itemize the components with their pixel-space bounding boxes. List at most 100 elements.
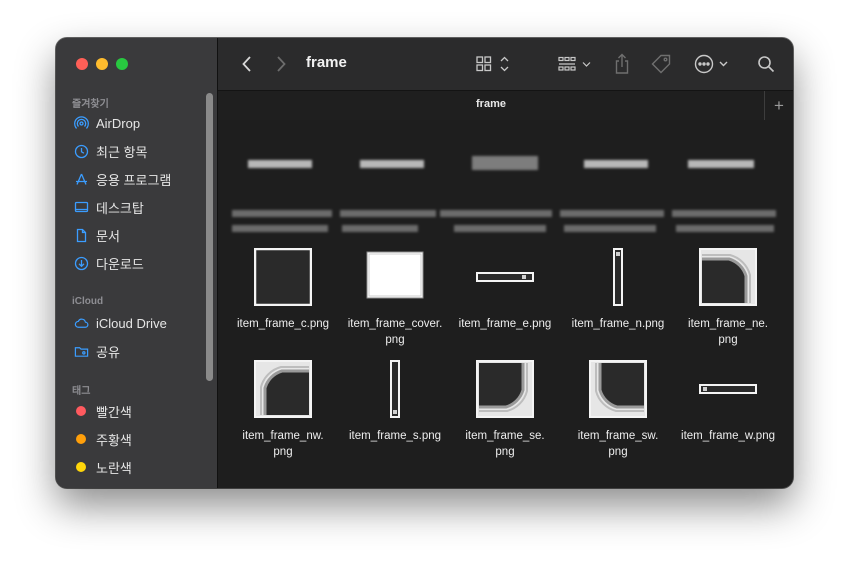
search-icon (758, 56, 775, 73)
sidebar-item-documents[interactable]: 문서 (74, 224, 120, 246)
sidebar-item-tag-red[interactable]: 빨간색 (74, 400, 132, 422)
blurred-file-thumbnail[interactable] (248, 160, 312, 168)
toolbar: frame (218, 38, 793, 90)
file-name: item_frame_n.png (571, 318, 665, 330)
file-item[interactable]: item_frame_nw. png (228, 360, 338, 460)
action-menu-button[interactable] (692, 52, 732, 76)
tag-color-dot (76, 406, 86, 416)
file-thumbnail (450, 272, 560, 282)
back-button[interactable] (236, 52, 258, 76)
icloud-header: iCloud (72, 296, 104, 307)
clock-icon (74, 144, 89, 159)
file-item[interactable]: item_frame_se. png (450, 360, 560, 460)
forward-button[interactable] (270, 52, 292, 76)
file-item[interactable]: item_frame_s.png (340, 360, 450, 460)
file-thumbnail (563, 248, 673, 306)
tag-color-dot (76, 462, 86, 472)
blurred-file-name (672, 210, 776, 217)
file-name: item_frame_sw. png (577, 430, 659, 458)
sidebar-item-recents[interactable]: 최근 항목 (74, 140, 147, 162)
zoom-button[interactable] (116, 58, 128, 70)
blurred-file-name (342, 225, 418, 232)
file-item[interactable]: item_frame_sw. png (563, 360, 673, 460)
file-name: item_frame_nw. png (242, 430, 324, 458)
file-thumbnail (228, 360, 338, 418)
blurred-file-name (560, 210, 664, 217)
blurred-file-name (676, 225, 774, 232)
more-options-icon (694, 54, 728, 74)
blurred-file-thumbnail[interactable] (688, 160, 754, 168)
sidebar-item-applications[interactable]: 응용 프로그램 (74, 168, 171, 190)
blurred-file-thumbnail[interactable] (584, 160, 648, 168)
search-button[interactable] (754, 52, 778, 76)
file-name: item_frame_e.png (458, 318, 552, 330)
share-button[interactable] (610, 52, 634, 76)
sidebar-item-downloads[interactable]: 다운로드 (74, 252, 144, 274)
file-item[interactable]: item_frame_c.png (228, 248, 338, 348)
applications-icon (74, 172, 89, 187)
blurred-file-name (564, 225, 656, 232)
blurred-file-name (340, 210, 436, 217)
file-item[interactable]: item_frame_ne. png (673, 248, 783, 348)
blurred-file-thumbnail[interactable] (360, 160, 424, 168)
window-title: frame (306, 54, 347, 71)
tags-header: 태그 (72, 386, 91, 397)
sidebar-item-label: 데스크탑 (96, 200, 144, 216)
file-name: item_frame_c.png (236, 318, 330, 330)
sidebar-item-tag-yellow[interactable]: 노란색 (74, 456, 132, 478)
chevron-left-icon (242, 56, 251, 72)
sidebar-item-label: iCloud Drive (96, 315, 167, 331)
file-grid: item_frame_c.png item_frame_cover. png it… (218, 120, 793, 488)
file-name: item_frame_ne. png (688, 318, 768, 346)
file-item[interactable]: item_frame_n.png (563, 248, 673, 348)
tag-color-dot (76, 434, 86, 444)
sidebar-item-label: 빨간색 (96, 404, 132, 420)
new-tab-button[interactable]: + (764, 91, 793, 120)
file-item[interactable]: item_frame_cover. png (340, 248, 450, 348)
sidebar-item-label: AirDrop (96, 115, 141, 131)
sidebar-item-airdrop[interactable]: AirDrop (74, 112, 140, 134)
sidebar: 즐겨찾기 AirDrop 최근 항목 응용 프로그램 데스크탑 문서 다운로드 … (56, 38, 218, 488)
tag-button[interactable] (648, 52, 674, 76)
sidebar-item-shared[interactable]: 공유 (74, 340, 120, 362)
close-button[interactable] (76, 58, 88, 70)
file-name: item_frame_s.png (348, 430, 442, 442)
share-icon (615, 53, 629, 74)
file-item[interactable]: item_frame_w.png (673, 360, 783, 460)
file-thumbnail (340, 360, 450, 418)
cloud-icon (74, 316, 89, 331)
sidebar-item-label: 다운로드 (96, 256, 144, 272)
group-by-icon (558, 56, 591, 71)
sidebar-scrollbar[interactable] (206, 93, 213, 381)
tab-bar: frame + (218, 90, 793, 121)
file-name: item_frame_w.png (681, 430, 775, 442)
finder-window: 즐겨찾기 AirDrop 최근 항목 응용 프로그램 데스크탑 문서 다운로드 … (56, 38, 793, 488)
group-button[interactable] (556, 52, 596, 76)
shared-folder-icon (74, 344, 89, 359)
file-thumbnail (673, 384, 783, 394)
file-item[interactable]: item_frame_e.png (450, 248, 560, 348)
icon-grid-view-icon (476, 56, 509, 72)
view-mode-button[interactable] (474, 52, 514, 76)
blurred-file-name (232, 210, 332, 217)
file-name: item_frame_cover. png (347, 318, 443, 346)
blurred-file-name (440, 210, 552, 217)
blurred-file-thumbnail[interactable] (472, 156, 538, 170)
desktop-icon (74, 200, 89, 215)
file-thumbnail (228, 248, 338, 306)
file-thumbnail (673, 248, 783, 306)
blurred-file-name (232, 225, 328, 232)
sidebar-item-label: 응용 프로그램 (96, 172, 172, 188)
sidebar-item-icloud-drive[interactable]: iCloud Drive (74, 312, 167, 334)
file-thumbnail (340, 251, 450, 299)
sidebar-item-desktop[interactable]: 데스크탑 (74, 196, 144, 218)
tag-icon (651, 54, 671, 74)
minimize-button[interactable] (96, 58, 108, 70)
blurred-file-name (454, 225, 546, 232)
sidebar-item-tag-orange[interactable]: 주황색 (74, 428, 132, 450)
sidebar-item-label: 문서 (96, 228, 120, 244)
sidebar-item-label: 노란색 (96, 460, 132, 476)
tab-frame[interactable]: frame (218, 98, 764, 110)
sidebar-item-label: 공유 (96, 344, 120, 360)
window-controls (76, 58, 128, 70)
